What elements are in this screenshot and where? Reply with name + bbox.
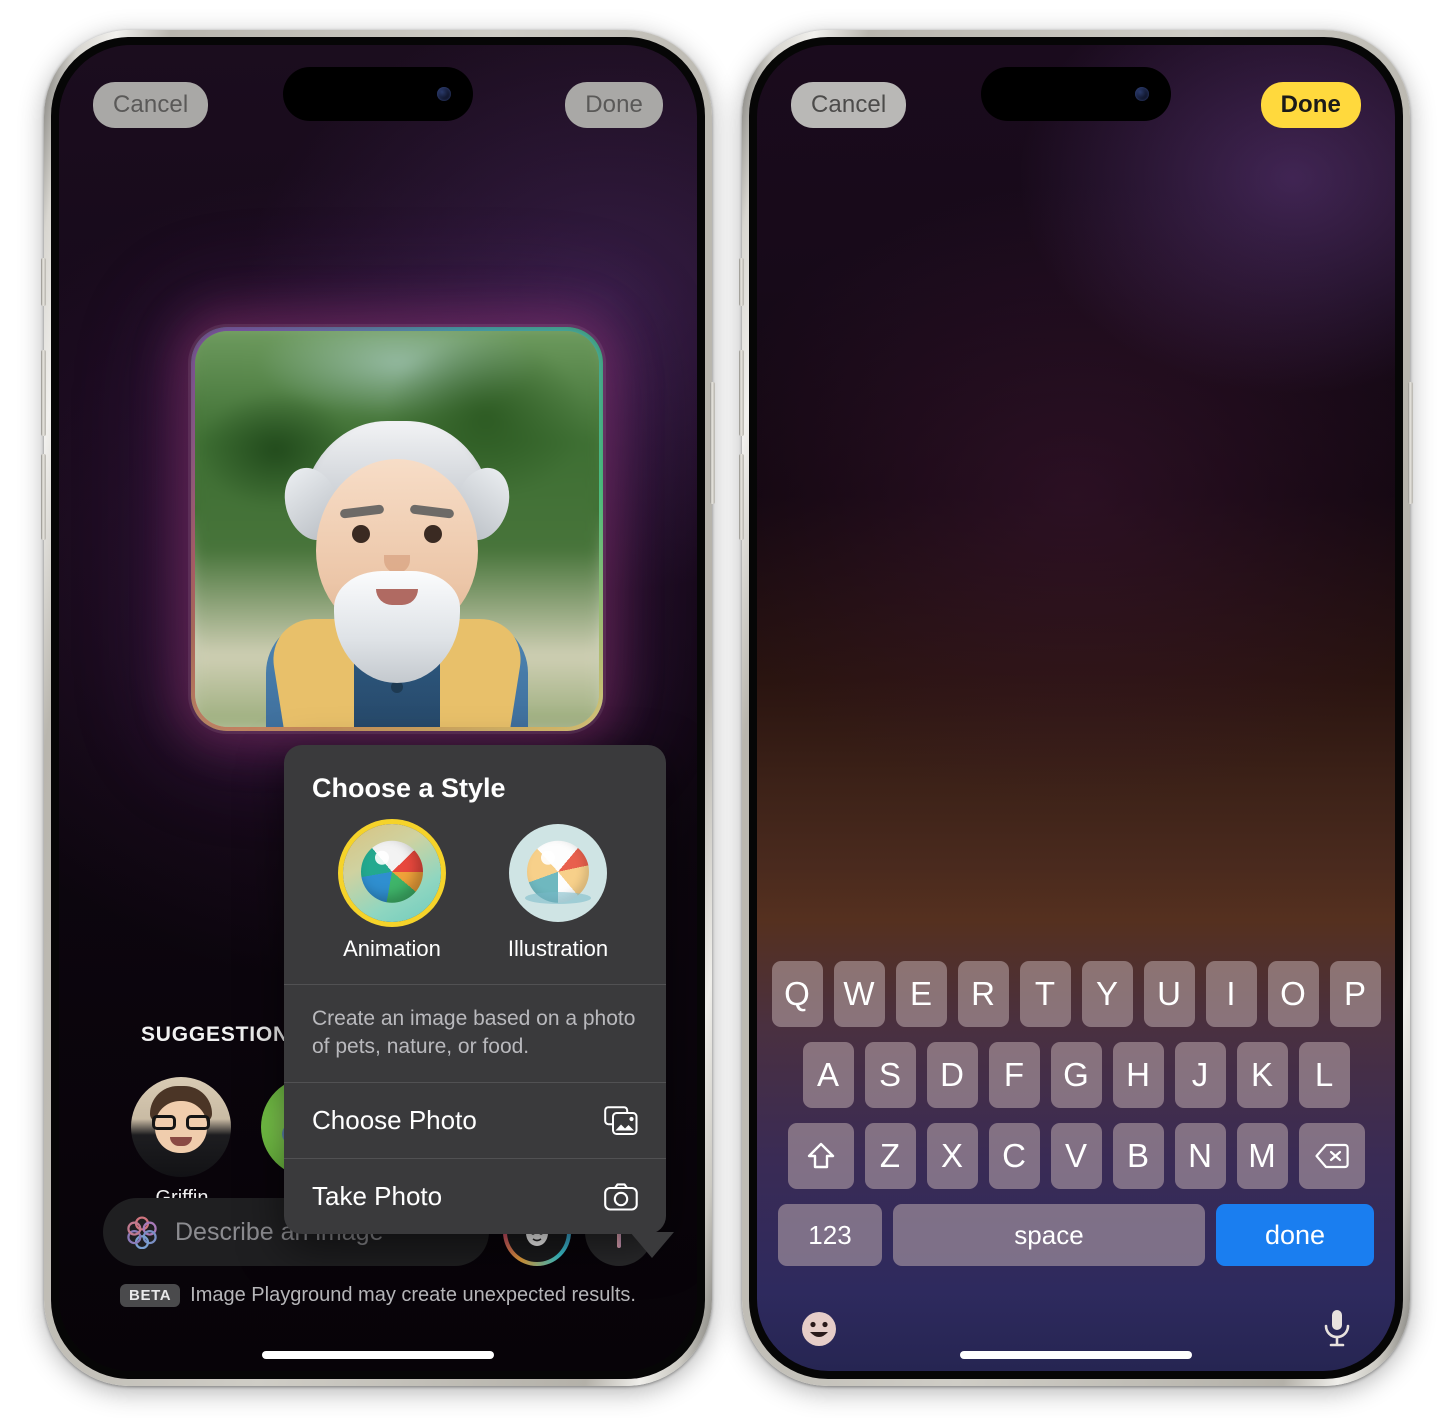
shift-icon [807, 1142, 834, 1169]
style-options-row: Animation Illustration [284, 810, 666, 984]
key-w[interactable]: W [833, 961, 885, 1027]
delete-backward-icon [1314, 1143, 1349, 1169]
suggestions-section-label: SUGGESTIONS [141, 1023, 304, 1046]
style-option-animation[interactable]: Animation [318, 824, 466, 962]
elder-man-illustration [263, 397, 531, 727]
return-key[interactable]: done [1216, 1204, 1374, 1266]
right-phone-device: Cancel Done Q W E R T Y U I O P A S D F … [739, 30, 1413, 1386]
suggestion-item-griffin[interactable]: Griffin [131, 1077, 233, 1210]
key-l[interactable]: L [1298, 1042, 1350, 1108]
key-v[interactable]: V [1050, 1123, 1102, 1189]
key-y[interactable]: Y [1081, 961, 1133, 1027]
key-d[interactable]: D [926, 1042, 978, 1108]
on-screen-keyboard: Q W E R T Y U I O P A S D F G H J K L Z … [757, 961, 1395, 1371]
beta-disclaimer: BETA Image Playground may create unexpec… [103, 1284, 653, 1307]
right-top-bar: Cancel Done [757, 75, 1395, 135]
volume-down-button[interactable] [41, 454, 46, 540]
key-s[interactable]: S [864, 1042, 916, 1108]
left-phone-device: Cancel Done SUGGESTIONS Describe an imag… [41, 30, 715, 1386]
left-phone-screen: Cancel Done SUGGESTIONS Describe an imag… [59, 45, 697, 1371]
key-i[interactable]: I [1205, 961, 1257, 1027]
key-z[interactable]: Z [864, 1123, 916, 1189]
style-sheet-description: Create an image based on a photo of pets… [312, 1007, 636, 1058]
keyboard-row-4: 123 space done [765, 1204, 1387, 1266]
key-j[interactable]: J [1174, 1042, 1226, 1108]
style-option-illustration[interactable]: Illustration [484, 824, 632, 962]
beach-ball-3d-icon [343, 824, 441, 922]
key-k[interactable]: K [1236, 1042, 1288, 1108]
done-button[interactable]: Done [565, 82, 663, 128]
camera-icon [604, 1183, 638, 1211]
space-key[interactable]: space [893, 1204, 1205, 1266]
left-top-bar: Cancel Done [59, 75, 697, 135]
key-e[interactable]: E [895, 961, 947, 1027]
key-n[interactable]: N [1174, 1123, 1226, 1189]
key-a[interactable]: A [802, 1042, 854, 1108]
key-m[interactable]: M [1236, 1123, 1288, 1189]
keyboard-row-3: Z X C V B N M [765, 1123, 1387, 1189]
choose-a-style-sheet: Choose a Style Animation Illustration Cr… [284, 745, 674, 1259]
sheet-pointer-tail [630, 1232, 674, 1259]
key-x[interactable]: X [926, 1123, 978, 1189]
image-playground-icon [127, 1216, 157, 1249]
numbers-key[interactable]: 123 [778, 1204, 882, 1266]
emoji-smiley-icon [802, 1311, 836, 1346]
key-r[interactable]: R [957, 961, 1009, 1027]
key-f[interactable]: F [988, 1042, 1040, 1108]
key-t[interactable]: T [1019, 961, 1071, 1027]
done-button[interactable]: Done [1260, 82, 1361, 128]
power-button[interactable] [1408, 382, 1413, 504]
home-indicator[interactable] [960, 1351, 1192, 1359]
beta-text: Image Playground may create unexpected r… [190, 1284, 636, 1306]
home-indicator[interactable] [262, 1351, 494, 1359]
key-o[interactable]: O [1267, 961, 1319, 1027]
take-photo-label: Take Photo [312, 1181, 443, 1212]
delete-key[interactable] [1298, 1123, 1365, 1189]
shift-key[interactable] [787, 1123, 854, 1189]
volume-down-button[interactable] [739, 454, 744, 540]
right-phone-bezel: Cancel Done Q W E R T Y U I O P A S D F … [749, 37, 1403, 1379]
mute-switch[interactable] [41, 258, 46, 306]
key-p[interactable]: P [1329, 961, 1381, 1027]
key-u[interactable]: U [1143, 961, 1195, 1027]
keyboard-row-1: Q W E R T Y U I O P [765, 961, 1387, 1027]
emoji-key[interactable] [799, 1309, 839, 1354]
style-option-label: Animation [343, 936, 441, 961]
key-c[interactable]: C [988, 1123, 1040, 1189]
beta-badge: BETA [120, 1284, 181, 1307]
image-playground-screen: Cancel Done SUGGESTIONS Describe an imag… [59, 45, 697, 1371]
dictation-key[interactable] [1321, 1308, 1353, 1355]
left-phone-bezel: Cancel Done SUGGESTIONS Describe an imag… [51, 37, 705, 1379]
power-button[interactable] [710, 382, 715, 504]
cancel-button[interactable]: Cancel [791, 82, 907, 128]
right-phone-screen: Cancel Done Q W E R T Y U I O P A S D F … [757, 45, 1395, 1371]
key-h[interactable]: H [1112, 1042, 1164, 1108]
key-b[interactable]: B [1112, 1123, 1164, 1189]
take-photo-row[interactable]: Take Photo [284, 1159, 666, 1234]
volume-up-button[interactable] [739, 350, 744, 436]
photos-library-icon [604, 1106, 638, 1135]
key-g[interactable]: G [1050, 1042, 1102, 1108]
style-sheet-title: Choose a Style [312, 773, 506, 803]
style-option-label: Illustration [507, 936, 609, 961]
person-avatar-icon [131, 1077, 231, 1177]
generated-image [195, 331, 599, 727]
screenshot-stage: Cancel Done SUGGESTIONS Describe an imag… [0, 0, 1440, 1418]
choose-photo-row[interactable]: Choose Photo [284, 1083, 666, 1158]
choose-photo-label: Choose Photo [312, 1105, 477, 1136]
microphone-icon [1324, 1309, 1350, 1346]
volume-up-button[interactable] [41, 350, 46, 436]
key-q[interactable]: Q [771, 961, 823, 1027]
keyboard-row-2: A S D F G H J K L [765, 1042, 1387, 1108]
beach-ball-flat-icon [509, 824, 607, 922]
cancel-button[interactable]: Cancel [93, 82, 209, 128]
mute-switch[interactable] [739, 258, 744, 306]
image-playground-editor-screen: Cancel Done Q W E R T Y U I O P A S D F … [757, 45, 1395, 1371]
generated-image-card[interactable] [191, 327, 603, 731]
